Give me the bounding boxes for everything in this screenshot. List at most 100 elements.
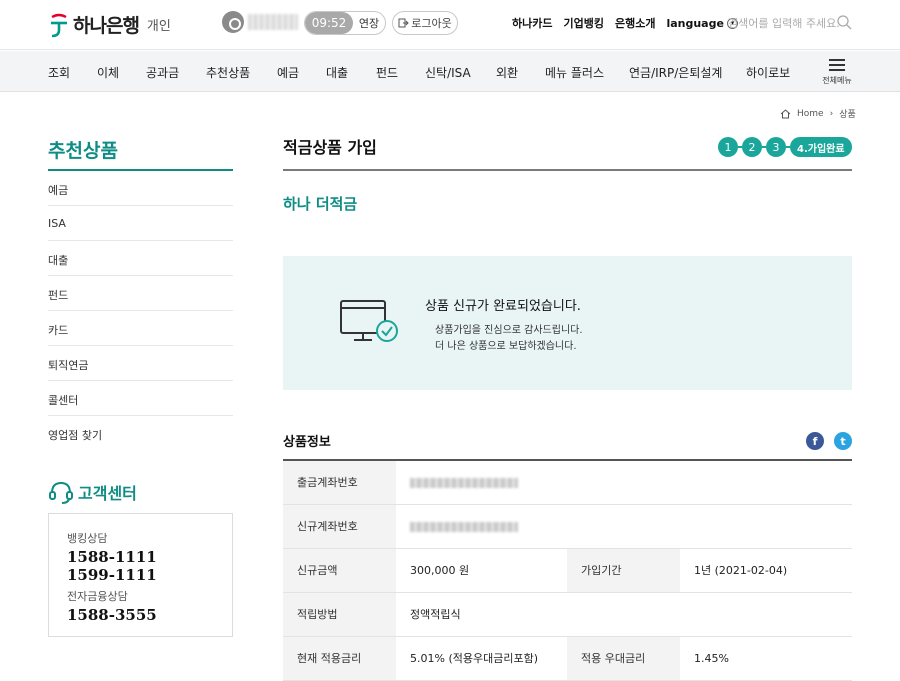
sidebar-item-deposit[interactable]: 예금 (48, 171, 233, 206)
product-info-table: 출금계좌번호 신규계좌번호 신규금액 300,000 원 가입기간 1년 (20… (283, 459, 852, 681)
chevron-right-icon: › (829, 108, 834, 119)
nav-transfer[interactable]: 이체 (97, 64, 119, 81)
product-info-title: 상품정보 (283, 435, 331, 450)
page-title: 적금상품 가입 (283, 138, 377, 157)
pref-rate-label: 적용 우대금리 (567, 636, 680, 681)
step-indicator: 1 2 3 4.가입완료 (718, 137, 852, 157)
table-row: 현재 적용금리 5.01% (적용우대금리포함) 적용 우대금리 1.45% (283, 636, 852, 681)
customer-center-box: 뱅킹상담 1588-1111 1599-1111 전자금융상담 1588-355… (48, 513, 233, 637)
nav-deposit[interactable]: 예금 (277, 64, 299, 81)
logout-label: 로그아웃 (411, 17, 452, 30)
logout-icon (398, 18, 409, 28)
table-row: 출금계좌번호 (283, 460, 852, 505)
brand-name: 하나은행 (73, 15, 140, 37)
period-label: 가입기간 (567, 548, 680, 593)
title-divider (283, 169, 852, 171)
logout-button[interactable]: 로그아웃 (392, 11, 458, 35)
main-navigation: 조회 이체 공과금 추천상품 예금 대출 펀드 신탁/ISA 외환 메뉴 플러스… (0, 51, 900, 92)
amount-value: 300,000 원 (396, 548, 567, 593)
completion-promise: 더 나은 상품으로 보답하겠습니다. (435, 341, 577, 352)
new-account-value (396, 504, 852, 549)
customer-center-label: 고객센터 (78, 484, 137, 503)
link-bank-intro[interactable]: 은행소개 (615, 15, 655, 31)
hana-logo-icon (51, 13, 67, 37)
masked-account-number (410, 477, 518, 488)
efinance-consult-label: 전자금융상담 (67, 590, 128, 603)
headset-icon (49, 481, 73, 504)
session-timer: 09:52 연장 (304, 11, 386, 35)
completion-message: 상품 신규가 완료되었습니다. (425, 299, 581, 314)
breadcrumb-home[interactable]: Home (797, 109, 824, 119)
top-links: 하나카드 기업뱅킹 은행소개 language ▾ (512, 15, 738, 31)
sidebar-menu: 예금 ISA 대출 펀드 카드 퇴직연금 콜센터 영업점 찾기 (48, 171, 233, 451)
session-timer-value: 09:52 (305, 12, 353, 34)
efinance-phone: 1588-3555 (67, 606, 157, 624)
completion-panel: 상품 신규가 완료되었습니다. 상품가입을 진심으로 감사드립니다. 더 나은 … (283, 256, 852, 390)
search-input[interactable]: 검색어를 입력해 주세요. (728, 14, 852, 32)
table-row: 신규계좌번호 (283, 504, 852, 549)
method-value: 정액적립식 (396, 592, 852, 637)
masked-user-name (248, 14, 298, 30)
nav-foreign-exchange[interactable]: 외환 (496, 64, 518, 81)
nav-hairobo[interactable]: 하이로보 (746, 64, 790, 81)
all-menu-button[interactable]: 전체메뉴 (822, 59, 852, 86)
nav-inquiry[interactable]: 조회 (48, 64, 70, 81)
nav-utility-bills[interactable]: 공과금 (146, 64, 179, 81)
home-icon[interactable] (780, 108, 791, 119)
completion-thanks: 상품가입을 진심으로 감사드립니다. (435, 325, 583, 336)
sidebar-title: 추천상품 (48, 140, 118, 162)
step-2: 2 (742, 137, 762, 157)
withdraw-account-label: 출금계좌번호 (283, 460, 396, 505)
step-1: 1 (718, 137, 738, 157)
method-label: 적립방법 (283, 592, 396, 637)
search-icon[interactable] (836, 14, 852, 30)
sidebar-item-isa[interactable]: ISA (48, 206, 233, 241)
sidebar-item-fund[interactable]: 펀드 (48, 276, 233, 311)
pref-rate-value: 1.45% (680, 636, 852, 681)
period-value: 1년 (2021-02-04) (680, 548, 852, 593)
masked-account-number (410, 521, 518, 532)
facebook-share-icon[interactable]: f (806, 432, 824, 450)
link-corporate-banking[interactable]: 기업뱅킹 (563, 15, 603, 31)
rate-label: 현재 적용금리 (283, 636, 396, 681)
breadcrumb: Home › 상품 (780, 107, 856, 120)
top-bar: 하나은행 개인 09:52 연장 로그아웃 하나카드 기업뱅킹 은행소개 lan… (0, 0, 900, 50)
hamburger-icon (829, 59, 845, 71)
table-row: 신규금액 300,000 원 가입기간 1년 (2021-02-04) (283, 548, 852, 593)
nav-pension-irp[interactable]: 연금/IRP/은퇴설계 (629, 64, 722, 81)
language-label: language (666, 16, 724, 30)
twitter-share-icon[interactable]: t (834, 432, 852, 450)
sidebar-item-branch-finder[interactable]: 영업점 찾기 (48, 416, 233, 451)
sidebar-item-card[interactable]: 카드 (48, 311, 233, 346)
product-name: 하나 더적금 (283, 195, 358, 213)
sidebar-item-call-center[interactable]: 콜센터 (48, 381, 233, 416)
breadcrumb-current: 상품 (839, 110, 856, 120)
user-avatar-icon (222, 11, 244, 33)
step-4-complete: 4.가입완료 (790, 137, 852, 157)
banking-phone-2: 1599-1111 (67, 566, 157, 584)
hana-logo[interactable]: 하나은행 개인 (48, 11, 171, 38)
nav-menu-plus[interactable]: 메뉴 플러스 (545, 64, 604, 81)
sidebar-item-loan[interactable]: 대출 (48, 241, 233, 276)
section-label: 개인 (146, 19, 171, 34)
withdraw-account-value (396, 460, 852, 505)
nav-recommended-products[interactable]: 추천상품 (206, 64, 250, 81)
customer-center-title: 고객센터 (48, 479, 137, 505)
rate-value: 5.01% (적용우대금리포함) (396, 636, 567, 681)
new-account-label: 신규계좌번호 (283, 504, 396, 549)
link-hana-card[interactable]: 하나카드 (512, 15, 552, 31)
amount-label: 신규금액 (283, 548, 396, 593)
completion-submessage: 상품가입을 진심으로 감사드립니다. 더 나은 상품으로 보답하겠습니다. (435, 323, 583, 355)
all-menu-label: 전체메뉴 (822, 76, 852, 85)
step-3: 3 (766, 137, 786, 157)
search-placeholder: 검색어를 입력해 주세요. (728, 17, 840, 30)
nav-fund[interactable]: 펀드 (376, 64, 398, 81)
nav-trust-isa[interactable]: 신탁/ISA (425, 64, 471, 81)
extend-session-button[interactable]: 연장 (353, 12, 385, 34)
share-buttons: f t (806, 432, 852, 450)
table-row: 적립방법 정액적립식 (283, 592, 852, 637)
nav-loan[interactable]: 대출 (326, 64, 348, 81)
banking-phone-1: 1588-1111 (67, 548, 157, 566)
monitor-check-icon (340, 300, 398, 342)
sidebar-item-retirement-pension[interactable]: 퇴직연금 (48, 346, 233, 381)
